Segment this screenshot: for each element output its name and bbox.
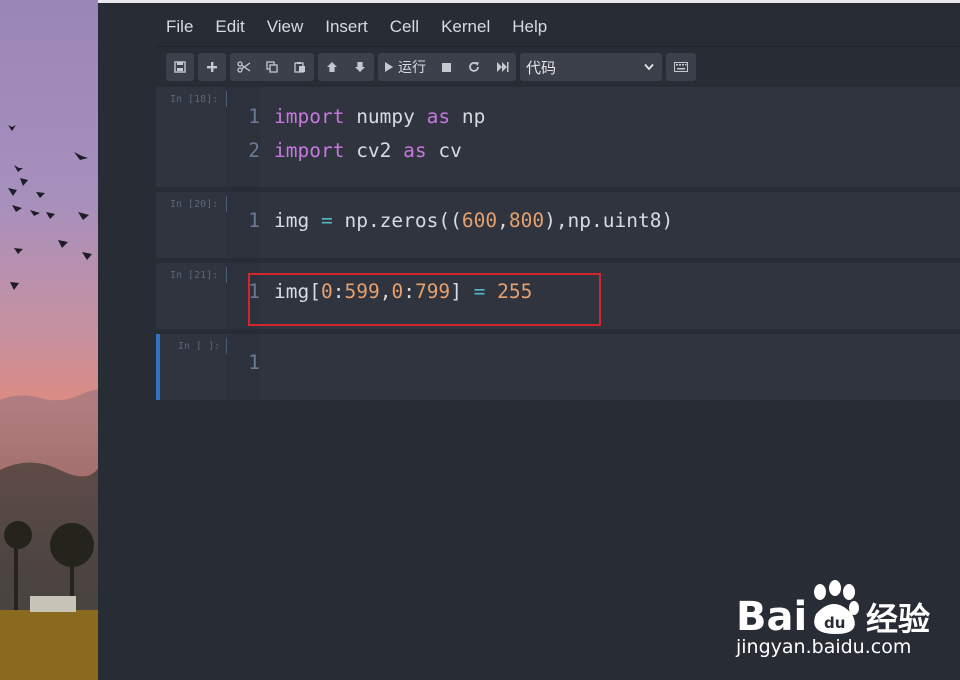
code-text: np.zeros(( (332, 209, 462, 232)
line-number: 1 (248, 351, 260, 374)
window-top-edge (98, 0, 960, 3)
code-line[interactable]: import cv2 as cv (274, 134, 462, 168)
code-keyword: as (403, 139, 427, 162)
paste-button[interactable] (286, 53, 314, 81)
run-button[interactable]: 运行 (378, 53, 432, 81)
chevron-down-icon (644, 63, 654, 71)
plus-icon (207, 62, 217, 72)
paste-icon (294, 62, 305, 73)
move-up-button[interactable] (318, 53, 346, 81)
keyboard-icon (674, 62, 688, 72)
prompt-divider (226, 196, 227, 212)
fast-forward-icon (496, 62, 508, 72)
cell-prompt: In [20]: (170, 199, 219, 210)
code-keyword: import (274, 139, 345, 162)
cell-prompt: In [21]: (170, 270, 219, 281)
copy-icon (266, 61, 278, 73)
code-text: ),np.uint8) (544, 209, 674, 232)
code-cell[interactable]: In [20]: 1 img = np.zeros((600,800),np.u… (156, 192, 960, 258)
toolbar: 运行 代码 (166, 53, 696, 81)
logo-brand-right: 经验 (866, 600, 930, 638)
menu-help[interactable]: Help (501, 16, 558, 40)
cut-button[interactable] (230, 53, 258, 81)
run-all-button[interactable] (488, 53, 516, 81)
code-cell[interactable]: In [18]: 1 2 import numpy as np import c… (156, 87, 960, 187)
code-line[interactable]: import numpy as np (274, 100, 485, 134)
play-icon (385, 62, 393, 72)
code-operator: = (320, 209, 333, 232)
stop-icon (441, 62, 451, 72)
code-text: np (450, 105, 486, 128)
cell-type-value: 代码 (526, 59, 557, 77)
desktop-background (0, 0, 100, 680)
code-text: numpy (344, 105, 427, 128)
menu-cell[interactable]: Cell (379, 16, 430, 40)
code-number: 800 (508, 209, 545, 232)
restart-icon (469, 62, 479, 72)
cell-prompt: In [18]: (170, 94, 219, 105)
menu-insert[interactable]: Insert (314, 16, 379, 40)
line-number: 2 (248, 139, 260, 162)
menu-kernel[interactable]: Kernel (430, 16, 501, 40)
code-text: cv2 (344, 139, 404, 162)
code-cell-selected[interactable]: In [ ]: 1 (156, 334, 960, 400)
svg-text:du: du (824, 614, 845, 632)
interrupt-button[interactable] (432, 53, 460, 81)
code-keyword: import (274, 105, 345, 128)
prompt-divider (226, 91, 227, 107)
highlight-annotation-box (248, 273, 601, 326)
save-button[interactable] (166, 53, 194, 81)
insert-cell-button[interactable] (198, 53, 226, 81)
menu-divider (156, 46, 960, 47)
code-text: img (274, 209, 321, 232)
move-down-button[interactable] (346, 53, 374, 81)
code-keyword: as (426, 105, 451, 128)
menu-view[interactable]: View (256, 16, 315, 40)
prompt-divider (226, 338, 227, 354)
watermark-url: jingyan.baidu.com (736, 636, 912, 658)
bird-flock-image (0, 125, 100, 680)
line-number: 1 (248, 105, 260, 128)
prompt-divider (226, 267, 227, 283)
cell-type-select[interactable]: 代码 (520, 53, 662, 81)
line-number: 1 (248, 209, 260, 232)
code-number: 600 (461, 209, 498, 232)
code-text: cv (426, 139, 462, 162)
cell-prompt: In [ ]: (178, 341, 221, 352)
arrow-down-icon (355, 62, 365, 72)
arrow-up-icon (327, 62, 337, 72)
logo-brand-left: Bai (736, 594, 807, 640)
scissors-icon (237, 61, 251, 73)
copy-button[interactable] (258, 53, 286, 81)
command-palette-button[interactable] (666, 53, 696, 81)
restart-button[interactable] (460, 53, 488, 81)
code-editor-input[interactable] (274, 346, 954, 380)
menu-bar: File Edit View Insert Cell Kernel Help (166, 16, 558, 40)
code-line[interactable]: img = np.zeros((600,800),np.uint8) (274, 204, 673, 238)
save-icon (174, 61, 186, 73)
code-text: , (497, 209, 509, 232)
run-label: 运行 (398, 59, 426, 75)
menu-edit[interactable]: Edit (204, 16, 255, 40)
menu-file[interactable]: File (166, 16, 204, 40)
